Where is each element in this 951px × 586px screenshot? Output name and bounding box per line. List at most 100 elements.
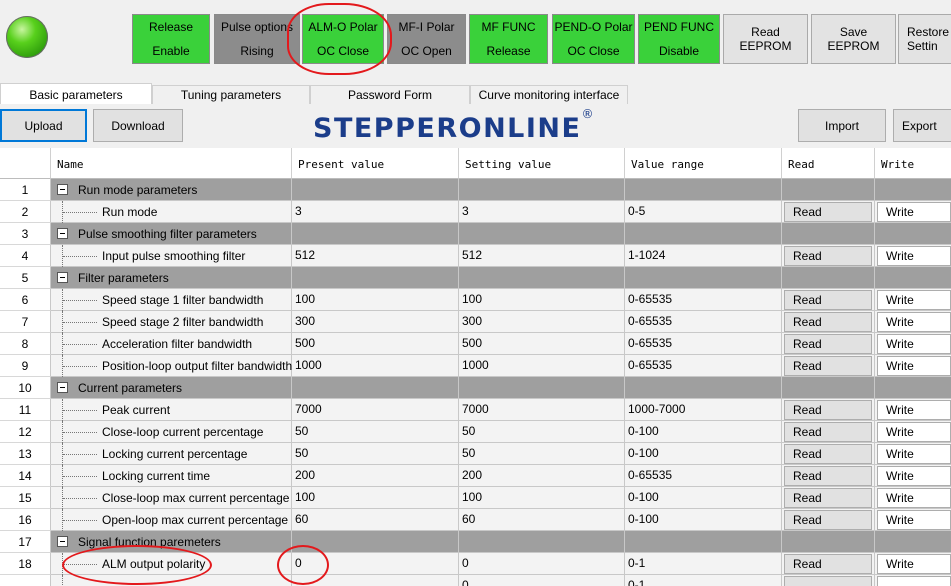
group-row[interactable]: 10 Current parameters	[0, 377, 951, 399]
write-button[interactable]: Write	[877, 554, 951, 574]
write-button[interactable]: Write	[877, 334, 951, 354]
setting-value-cell[interactable]: 100	[459, 487, 625, 509]
row-number: 5	[0, 267, 51, 289]
write-button[interactable]	[877, 576, 951, 586]
restore-factory-settings-button[interactable]: Restore F Settin	[898, 14, 951, 64]
column-header-write[interactable]: Write	[875, 148, 951, 179]
collapse-minus-icon[interactable]	[57, 228, 68, 239]
setting-value-cell[interactable]: 100	[459, 289, 625, 311]
upload-button[interactable]: Upload	[0, 109, 87, 142]
write-button[interactable]: Write	[877, 422, 951, 442]
download-button[interactable]: Download	[93, 109, 183, 142]
save-eeprom-button[interactable]: Save EEPROM	[811, 14, 896, 64]
read-button[interactable]: Read	[784, 510, 872, 530]
read-button[interactable]: Read	[784, 488, 872, 508]
collapse-minus-icon[interactable]	[57, 536, 68, 547]
setting-value-cell[interactable]: 7000	[459, 399, 625, 421]
read-button[interactable]: Read	[784, 356, 872, 376]
value-range-cell: 0-100	[625, 487, 782, 509]
button-line2: Disable	[658, 44, 700, 58]
table-row[interactable]: 13 Locking current percentage 50 50 0-100 Rea…	[0, 443, 951, 465]
collapse-minus-icon[interactable]	[57, 184, 68, 195]
tab-label: Tuning parameters	[180, 88, 282, 102]
tab-password-form[interactable]: Password Form	[310, 85, 470, 104]
read-cell	[782, 531, 875, 553]
export-button[interactable]: Export	[893, 109, 951, 142]
table-row[interactable]: 7 Speed stage 2 filter bandwidth 300 300 0-6…	[0, 311, 951, 333]
read-button[interactable]: Read	[784, 466, 872, 486]
column-header-read[interactable]: Read	[782, 148, 875, 179]
value-range-cell: 0-5	[625, 201, 782, 223]
setting-value-cell[interactable]: 1000	[459, 355, 625, 377]
collapse-minus-icon[interactable]	[57, 382, 68, 393]
read-button[interactable]: Read	[784, 400, 872, 420]
setting-value-cell[interactable]: 0	[459, 575, 625, 586]
setting-value-cell[interactable]: 200	[459, 465, 625, 487]
setting-value-cell[interactable]: 50	[459, 421, 625, 443]
read-button[interactable]: Read	[784, 334, 872, 354]
write-button[interactable]: Write	[877, 400, 951, 420]
write-button[interactable]: Write	[877, 466, 951, 486]
tab-curve-monitoring[interactable]: Curve monitoring interface	[470, 85, 628, 104]
write-button[interactable]: Write	[877, 246, 951, 266]
setting-value-cell[interactable]: 0	[459, 553, 625, 575]
pend-o-polar-button[interactable]: PEND-O Polar OC Close	[552, 14, 635, 64]
setting-value-cell[interactable]: 50	[459, 443, 625, 465]
table-row[interactable]: 14 Locking current time 200 200 0-65535 Read W…	[0, 465, 951, 487]
button-line1: Release	[148, 20, 194, 34]
write-button[interactable]: Write	[877, 290, 951, 310]
table-row[interactable]: 15 Close-loop max current percentage 100 10…	[0, 487, 951, 509]
value-range-cell	[625, 223, 782, 245]
present-value-cell: 50	[292, 443, 459, 465]
group-row[interactable]: 1 Run mode parameters	[0, 179, 951, 201]
mf-i-polar-button[interactable]: MF-I Polar OC Open	[387, 14, 466, 64]
tab-label: Password Form	[347, 88, 433, 102]
tab-basic-parameters[interactable]: Basic parameters	[0, 83, 152, 105]
write-button[interactable]: Write	[877, 356, 951, 376]
write-button[interactable]: Write	[877, 202, 951, 222]
read-button[interactable]	[784, 576, 872, 586]
button-line2: Release	[486, 44, 531, 58]
setting-value-cell[interactable]: 512	[459, 245, 625, 267]
mf-func-button[interactable]: MF FUNC Release	[469, 14, 548, 64]
read-eeprom-button[interactable]: Read EEPROM	[723, 14, 808, 64]
pend-func-button[interactable]: PEND FUNC Disable	[638, 14, 720, 64]
read-button[interactable]: Read	[784, 444, 872, 464]
import-button[interactable]: Import	[798, 109, 886, 142]
setting-value-cell[interactable]: 3	[459, 201, 625, 223]
setting-value-cell[interactable]: 300	[459, 311, 625, 333]
column-header-setting-value[interactable]: Setting value	[459, 148, 625, 179]
write-button[interactable]: Write	[877, 312, 951, 332]
read-button[interactable]: Read	[784, 422, 872, 442]
write-button[interactable]: Write	[877, 488, 951, 508]
table-row[interactable]: 11 Peak current 7000 7000 1000-7000 Read Write	[0, 399, 951, 421]
write-button[interactable]: Write	[877, 510, 951, 530]
tab-tuning-parameters[interactable]: Tuning parameters	[152, 85, 310, 104]
read-button[interactable]: Read	[784, 290, 872, 310]
release-enable-button[interactable]: Release Enable	[132, 14, 210, 64]
read-button[interactable]: Read	[784, 554, 872, 574]
row-number: 12	[0, 421, 51, 443]
table-row[interactable]: 9 Position-loop output filter bandwidth 10…	[0, 355, 951, 377]
button-line2: Enable	[152, 44, 190, 58]
table-row[interactable]: 2 Run mode 3 3 0-5 Read Write	[0, 201, 951, 223]
setting-value-cell[interactable]: 60	[459, 509, 625, 531]
read-button[interactable]: Read	[784, 246, 872, 266]
group-row[interactable]: 5 Filter parameters	[0, 267, 951, 289]
table-row[interactable]: 16 Open-loop max current percentage 60 60 0-…	[0, 509, 951, 531]
table-row[interactable]: 4 Input pulse smoothing filter 512 512 1-102…	[0, 245, 951, 267]
column-header-present-value[interactable]: Present value	[292, 148, 459, 179]
table-row[interactable]: 12 Close-loop current percentage 50 50 0-100…	[0, 421, 951, 443]
collapse-minus-icon[interactable]	[57, 272, 68, 283]
setting-value-cell[interactable]: 500	[459, 333, 625, 355]
table-row[interactable]: 6 Speed stage 1 filter bandwidth 100 100 0-6…	[0, 289, 951, 311]
column-header-name[interactable]: Name	[51, 148, 292, 179]
stepperonline-logo: STEPPERONLINE®	[313, 107, 595, 144]
group-row[interactable]: 3 Pulse smoothing filter parameters	[0, 223, 951, 245]
column-header-value-range[interactable]: Value range	[625, 148, 782, 179]
table-row[interactable]: 8 Acceleration filter bandwidth 500 500 0-65…	[0, 333, 951, 355]
button-line1: Read	[751, 25, 780, 39]
read-button[interactable]: Read	[784, 312, 872, 332]
read-button[interactable]: Read	[784, 202, 872, 222]
write-button[interactable]: Write	[877, 444, 951, 464]
